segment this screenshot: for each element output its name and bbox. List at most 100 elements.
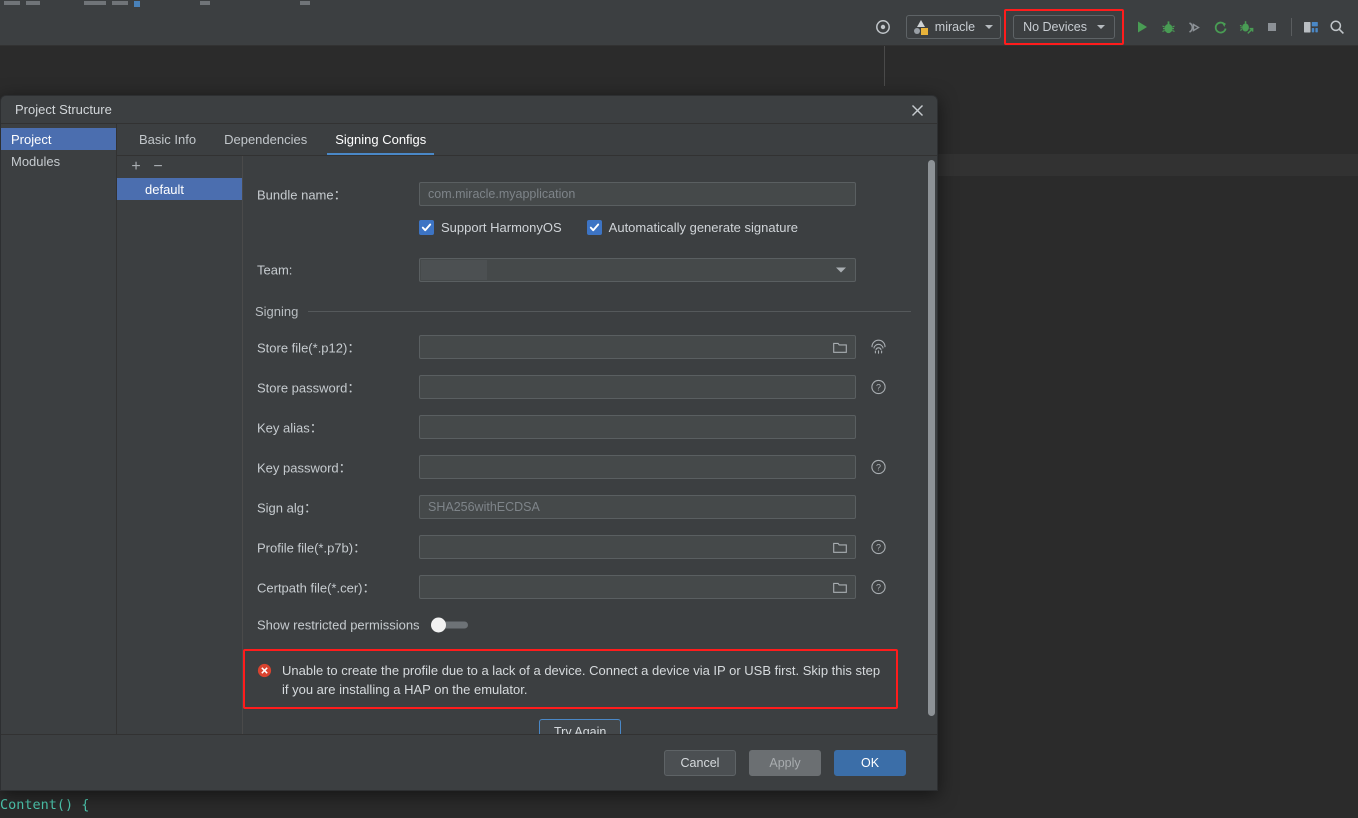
remove-config-button[interactable]: − — [151, 159, 165, 175]
signing-configs-panes: + − default Bundle name： com.miracle.mya… — [117, 156, 937, 734]
show-restricted-label: Show restricted permissions — [257, 617, 420, 633]
team-label: Team: — [257, 262, 293, 278]
run-icon[interactable] — [1129, 14, 1155, 40]
section-signing-title: Signing — [255, 303, 299, 319]
help-icon[interactable]: ? — [870, 579, 887, 596]
signing-config-list: + − default — [117, 156, 243, 734]
cancel-label: Cancel — [680, 755, 720, 770]
auto-generate-signature-checkbox[interactable] — [586, 219, 602, 235]
help-icon[interactable]: ? — [870, 379, 887, 396]
help-icon[interactable]: ? — [870, 539, 887, 556]
device-selector[interactable]: No Devices — [1004, 9, 1124, 45]
toolbar-divider — [1291, 18, 1292, 36]
field-row-store-file: Store file(*.p12)： — [243, 333, 937, 361]
certpath-file-input[interactable] — [419, 575, 856, 599]
key-password-input[interactable] — [419, 455, 856, 479]
tab-label: Dependencies — [224, 132, 308, 147]
stop-icon[interactable] — [1259, 14, 1285, 40]
sidebar-item-modules[interactable]: Modules — [1, 150, 116, 172]
folder-icon[interactable] — [833, 341, 847, 353]
store-file-input[interactable] — [419, 335, 856, 359]
ok-label: OK — [860, 755, 880, 770]
form-scrollbar-thumb[interactable] — [928, 160, 935, 716]
debug-icon[interactable] — [1155, 14, 1181, 40]
section-signing: Signing — [243, 301, 937, 321]
dialog-titlebar: Project Structure — [1, 96, 937, 124]
error-banner: Unable to create the profile due to a la… — [243, 649, 898, 709]
dialog-title: Project Structure — [15, 102, 112, 117]
auto-generate-signature-label: Automatically generate signature — [608, 219, 799, 235]
store-file-label: Store file(*.p12)： — [257, 340, 361, 356]
try-again-label: Try Again — [554, 724, 607, 735]
dialog-main: Project Modules Basic Info Dependencies … — [1, 124, 937, 734]
sidebar-item-label: Project — [11, 131, 52, 147]
run-target-selector[interactable]: miracle — [905, 15, 1002, 39]
dialog-footer: Cancel Apply OK — [1, 734, 937, 790]
sign-alg-value: SHA256withECDSA — [428, 500, 540, 514]
store-password-input[interactable] — [419, 375, 856, 399]
module-icon — [913, 19, 929, 35]
key-alias-label: Key alias： — [257, 420, 323, 436]
bundle-name-label: Bundle name： — [257, 187, 347, 203]
search-icon[interactable] — [1324, 14, 1350, 40]
certpath-file-label: Certpath file(*.cer)： — [257, 580, 376, 596]
help-icon[interactable]: ? — [870, 459, 887, 476]
field-row-sign-alg: Sign alg： SHA256withECDSA — [243, 493, 937, 521]
close-icon[interactable] — [907, 100, 927, 120]
cancel-button[interactable]: Cancel — [664, 749, 736, 776]
config-item-label: default — [145, 181, 185, 197]
editor-left-guide — [884, 46, 885, 86]
error-message: Unable to create the profile due to a la… — [282, 663, 881, 697]
dialog-tabs: Basic Info Dependencies Signing Configs — [117, 124, 937, 156]
signing-form: Bundle name： com.miracle.myapplication S… — [243, 156, 937, 734]
add-config-button[interactable]: + — [129, 159, 143, 175]
dialog-nav: Project Modules — [1, 124, 117, 734]
ide-menu-bar[interactable] — [0, 0, 1358, 8]
svg-text:?: ? — [876, 583, 881, 593]
error-circle-icon — [257, 663, 272, 678]
field-row-show-restricted: Show restricted permissions — [243, 611, 937, 639]
device-combo[interactable]: No Devices — [1013, 15, 1115, 39]
tab-dependencies[interactable]: Dependencies — [210, 124, 321, 155]
sign-alg-input[interactable]: SHA256withECDSA — [419, 495, 856, 519]
chevron-down-icon — [1097, 25, 1105, 29]
bundle-name-input[interactable]: com.miracle.myapplication — [419, 182, 856, 206]
folder-icon[interactable] — [833, 581, 847, 593]
field-row-profile-file: Profile file(*.p7b)： ? — [243, 533, 937, 561]
form-scrollbar-track[interactable] — [925, 156, 937, 734]
ide-toolbar-right-group: miracle No Devices — [870, 8, 1350, 46]
team-ghost-fill — [421, 260, 487, 280]
settings-target-icon[interactable] — [870, 14, 896, 40]
profile-file-input[interactable] — [419, 535, 856, 559]
apply-button[interactable]: Apply — [749, 749, 821, 776]
ide-toolbar: miracle No Devices — [0, 8, 1358, 46]
sidebar-item-project[interactable]: Project — [1, 128, 116, 150]
project-structure-dialog: Project Structure Project Modules Basic … — [0, 95, 938, 791]
device-selector-label: No Devices — [1023, 20, 1087, 34]
folder-icon[interactable] — [833, 541, 847, 553]
checkbox-row: Support HarmonyOS Automatically generate… — [419, 214, 937, 240]
tab-basic-info[interactable]: Basic Info — [125, 124, 210, 155]
show-restricted-toggle[interactable] — [431, 617, 446, 633]
team-select[interactable] — [419, 258, 856, 282]
field-row-key-alias: Key alias： — [243, 413, 937, 441]
ok-button[interactable]: OK — [834, 749, 906, 776]
support-harmonyos-label: Support HarmonyOS — [441, 219, 562, 235]
field-row-certpath-file: Certpath file(*.cer)： ? — [243, 573, 937, 601]
support-harmonyos-checkbox[interactable] — [419, 219, 434, 235]
list-item[interactable]: default — [117, 178, 242, 200]
attach-debugger-icon[interactable] — [1181, 14, 1207, 40]
try-again-button[interactable]: Try Again — [539, 719, 622, 735]
editor-code-line: Content() { — [0, 792, 1358, 818]
dialog-content: Basic Info Dependencies Signing Configs … — [117, 124, 937, 734]
profile-icon[interactable] — [1233, 14, 1259, 40]
fingerprint-icon[interactable] — [870, 339, 887, 356]
device-manager-icon[interactable] — [1298, 14, 1324, 40]
rerun-icon[interactable] — [1207, 14, 1233, 40]
field-row-key-password: Key password： ? — [243, 453, 937, 481]
tab-signing-configs[interactable]: Signing Configs — [321, 124, 440, 155]
apply-label: Apply — [769, 755, 801, 770]
key-alias-input[interactable] — [419, 415, 856, 439]
run-target-combo[interactable]: miracle — [905, 15, 1002, 39]
chevron-down-icon — [836, 267, 846, 273]
